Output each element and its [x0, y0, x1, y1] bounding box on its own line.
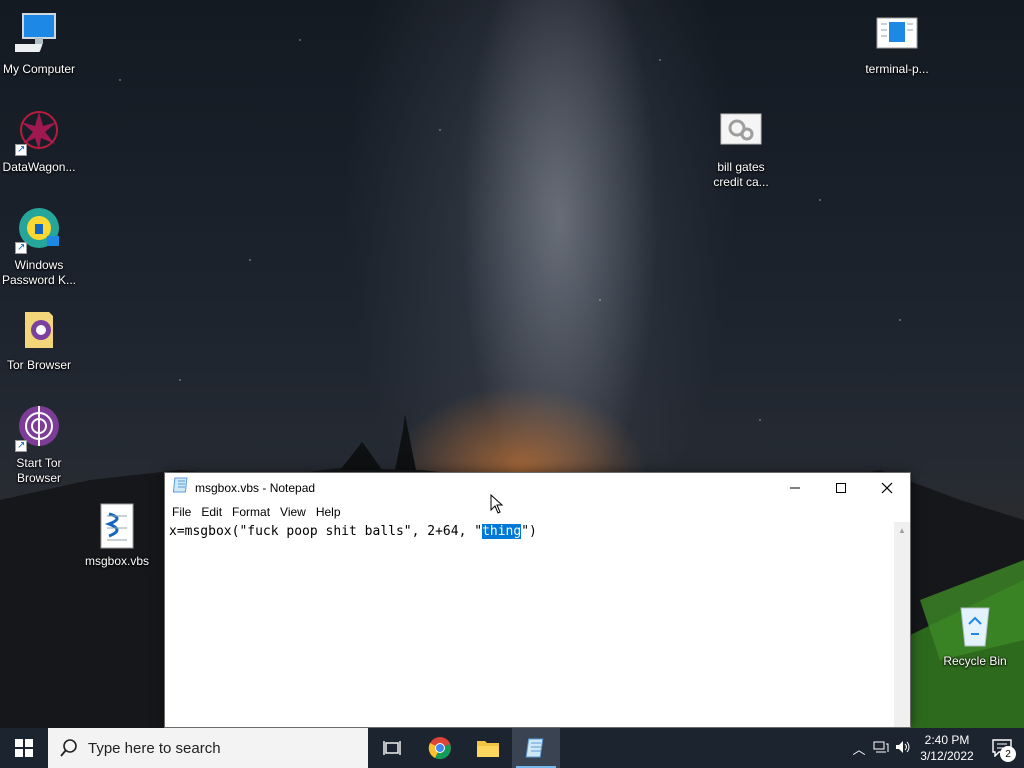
datawagon-icon — [15, 108, 63, 157]
menu-view[interactable]: View — [275, 505, 311, 519]
desktop-icon-terminal[interactable]: terminal-p... — [858, 10, 936, 77]
desktop-icon-my-computer[interactable]: My Computer — [0, 10, 78, 77]
mouse-cursor-icon — [490, 494, 504, 514]
maximize-button[interactable] — [818, 473, 864, 502]
notepad-window[interactable]: msgbox.vbs - Notepad File Edit Format Vi… — [164, 472, 911, 728]
tor-onion-icon — [15, 404, 63, 453]
desktop-icon-label-line1: Windows — [14, 258, 64, 272]
minimize-button[interactable] — [772, 473, 818, 502]
editor-text: x=msgbox("fuck poop shit balls", 2+64, " — [169, 524, 483, 539]
desktop-icon-tor-browser[interactable]: Tor Browser — [0, 306, 78, 373]
close-icon — [881, 482, 893, 493]
minimize-icon — [790, 487, 800, 488]
notepad-icon — [172, 477, 189, 498]
script-file-icon — [93, 502, 141, 550]
desktop-icon-recycle-bin[interactable]: Recycle Bin — [936, 602, 1014, 669]
notification-count-badge: 2 — [1000, 746, 1016, 762]
clock-date: 3/12/2022 — [920, 749, 974, 763]
desktop-icon-windows-password-key[interactable]: Windows Password K... — [0, 206, 78, 288]
chrome-icon — [428, 737, 451, 760]
chevron-up-icon[interactable]: ︿ — [848, 739, 870, 758]
desktop-icon-start-tor-browser[interactable]: Start Tor Browser — [0, 404, 78, 486]
document-window-icon — [873, 10, 921, 58]
vertical-scrollbar[interactable]: ▲ — [894, 522, 910, 727]
close-button[interactable] — [864, 473, 910, 502]
editor-text-after: ") — [521, 524, 537, 539]
text-editor[interactable]: x=msgbox("fuck poop shit balls", 2+64, "… — [165, 522, 894, 727]
system-tray: ︿ 2:40 PM 3/12/2022 2 — [848, 728, 1024, 768]
window-title: msgbox.vbs - Notepad — [195, 480, 316, 495]
clock[interactable]: 2:40 PM 3/12/2022 — [914, 732, 980, 764]
scroll-up-icon[interactable]: ▲ — [894, 522, 910, 538]
recycle-bin-icon — [951, 602, 999, 650]
notepad-icon — [525, 738, 544, 758]
desktop-icon-msgbox-vbs[interactable]: msgbox.vbs — [78, 502, 156, 569]
menu-help[interactable]: Help — [311, 505, 346, 519]
taskbar-chrome[interactable] — [416, 728, 464, 768]
desktop-icon-datawagon[interactable]: DataWagon... — [0, 108, 78, 175]
desktop-icon-label: My Computer — [2, 62, 76, 76]
maximize-icon — [836, 482, 846, 493]
action-center-button[interactable]: 2 — [980, 728, 1024, 768]
desktop-icon-label: terminal-p... — [865, 62, 929, 76]
desktop-icon-label: Tor Browser — [6, 358, 71, 372]
taskbar-notepad[interactable] — [512, 728, 560, 768]
volume-icon[interactable] — [892, 740, 914, 757]
desktop-icon-label: msgbox.vbs — [84, 554, 150, 568]
desktop-icon-bill-gates-credit-card[interactable]: bill gates credit ca... — [702, 108, 780, 190]
windows-logo-icon — [15, 739, 33, 757]
menu-bar: File Edit Format View Help — [165, 502, 910, 522]
notepad-titlebar[interactable]: msgbox.vbs - Notepad — [165, 473, 910, 502]
folder-icon — [477, 741, 499, 757]
computer-icon — [10, 10, 63, 58]
taskbar: Type here to search ︿ 2:40 PM 3/12/2022 … — [0, 728, 1024, 768]
menu-file[interactable]: File — [167, 505, 196, 519]
password-key-icon — [15, 206, 63, 255]
desktop: My Computer DataWagon... Windows Passwor… — [0, 0, 1024, 728]
network-icon[interactable] — [870, 740, 892, 757]
settings-file-icon — [717, 108, 765, 156]
search-placeholder: Type here to search — [88, 739, 221, 757]
desktop-icon-label-line1: bill gates — [717, 160, 765, 174]
desktop-icon-label-line1: Start Tor — [16, 456, 62, 470]
taskbar-search-box[interactable]: Type here to search — [48, 728, 368, 768]
desktop-icon-label-line2: Browser — [16, 471, 61, 485]
taskbar-file-explorer[interactable] — [464, 728, 512, 768]
folder-icon — [15, 306, 63, 354]
clock-time: 2:40 PM — [924, 733, 970, 747]
desktop-icon-label-line2: credit ca... — [713, 175, 769, 189]
desktop-icon-label: Recycle Bin — [943, 654, 1007, 668]
menu-edit[interactable]: Edit — [196, 505, 227, 519]
desktop-icon-label-line2: Password K... — [1, 273, 77, 287]
menu-format[interactable]: Format — [227, 505, 275, 519]
selected-text: thing — [482, 524, 522, 539]
task-view-icon — [383, 741, 401, 755]
search-icon — [60, 739, 77, 757]
start-button[interactable] — [0, 728, 48, 768]
desktop-icon-label: DataWagon... — [2, 160, 76, 174]
task-view-button[interactable] — [368, 728, 416, 768]
